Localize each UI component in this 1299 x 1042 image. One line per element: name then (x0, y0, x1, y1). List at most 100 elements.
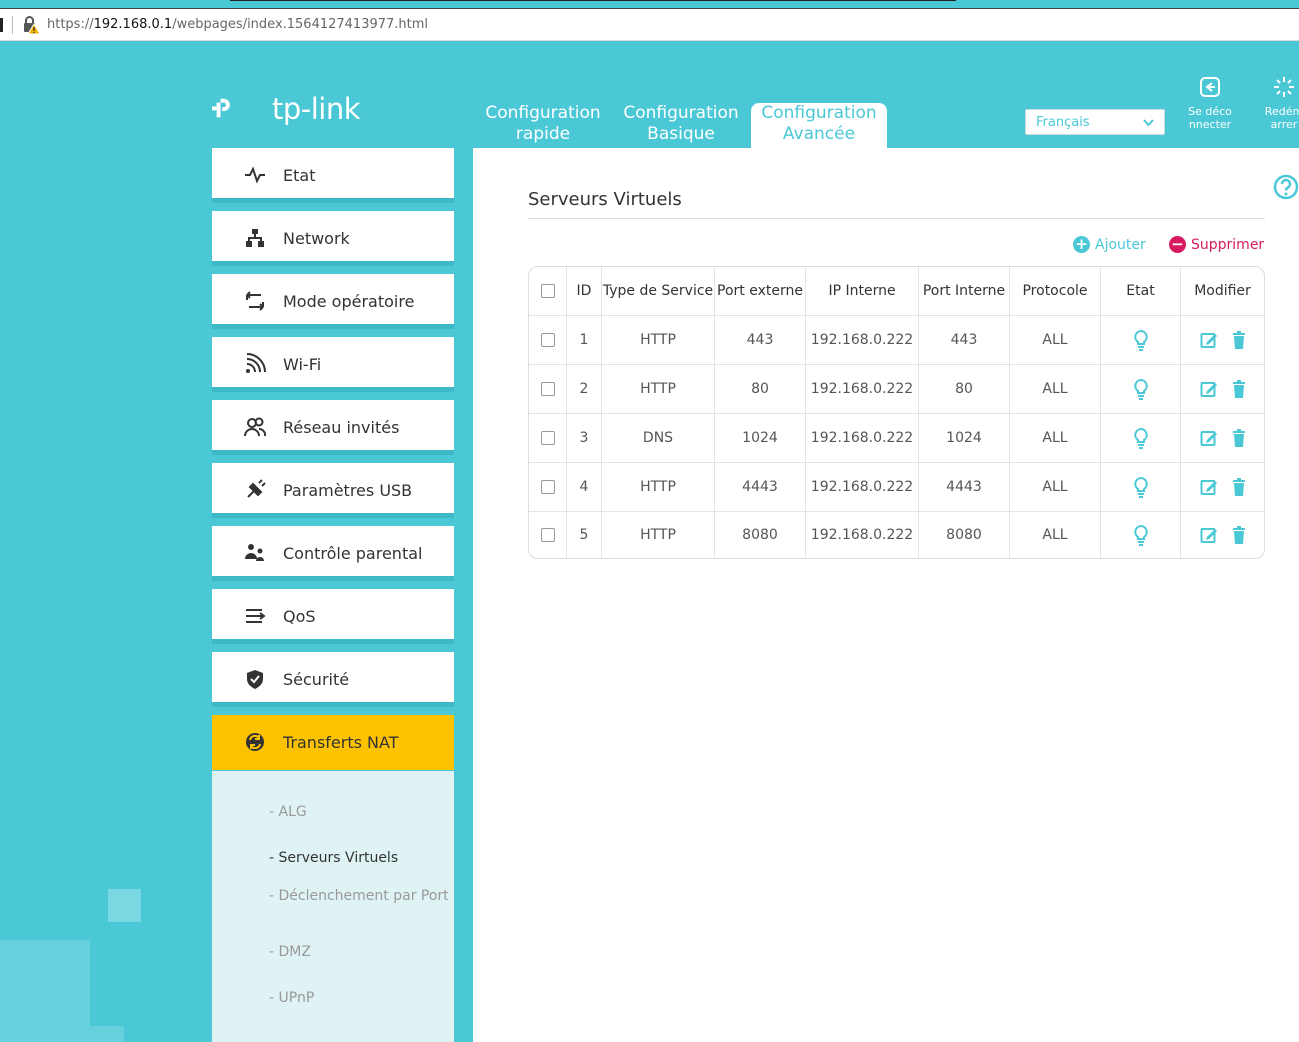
submenu-item-declenchement-port[interactable]: - Déclenchement par Port (269, 888, 453, 905)
row-checkbox[interactable] (540, 430, 555, 445)
url-host: 192.168.0.1 (93, 17, 173, 32)
cell-protocol: ALL (1010, 462, 1101, 511)
lightbulb-icon[interactable] (1133, 378, 1149, 400)
trash-icon[interactable] (1232, 525, 1246, 544)
url-text[interactable]: https://192.168.0.1/webpages/index.15641… (47, 17, 428, 32)
url-path: /webpages/index.1564127413977.html (172, 17, 429, 32)
sidebar-item-mode-operatoire[interactable]: Mode opératoire (212, 274, 454, 329)
trash-icon[interactable] (1232, 330, 1246, 349)
language-select[interactable]: Français (1025, 109, 1165, 135)
cell-id: 3 (567, 413, 602, 462)
lightbulb-icon[interactable] (1133, 427, 1149, 449)
row-select-cell (529, 315, 567, 364)
edit-icon[interactable] (1200, 478, 1218, 496)
select-all-checkbox[interactable] (540, 284, 555, 298)
table-row: 4 HTTP 4443 192.168.0.222 4443 ALL (529, 462, 1264, 512)
submenu-label: Déclenchement par Port (278, 888, 449, 904)
sidebar-item-etat[interactable]: Etat (212, 148, 454, 203)
page-title: Serveurs Virtuels (528, 189, 682, 210)
submenu-item-alg[interactable]: - ALG (269, 804, 307, 821)
parental-icon (245, 544, 264, 561)
cell-id: 4 (567, 462, 602, 511)
nat-icon (246, 733, 264, 751)
edit-icon[interactable] (1200, 331, 1218, 349)
cell-modify (1181, 462, 1264, 511)
submenu-item-upnp[interactable]: - UPnP (269, 990, 314, 1007)
cell-internal-port: 8080 (919, 511, 1010, 558)
tab-label-line2: Avancée (782, 124, 856, 144)
tab-configuration-basique[interactable]: Configuration Basique (615, 103, 747, 148)
sidebar-item-controle-parental[interactable]: Contrôle parental (212, 526, 454, 581)
sidebar-item-label: Etat (283, 166, 316, 185)
cell-internal-ip: 192.168.0.222 (806, 511, 919, 558)
tab-label-line1: Configuration (761, 103, 877, 123)
row-checkbox[interactable] (540, 479, 555, 494)
trash-icon[interactable] (1232, 428, 1246, 447)
lightbulb-icon[interactable] (1133, 476, 1149, 498)
decor-square (0, 940, 90, 1042)
sidebar-item-securite[interactable]: Sécurité (212, 652, 454, 707)
submenu-item-dmz[interactable]: - DMZ (269, 944, 311, 961)
tab-configuration-rapide[interactable]: Configuration rapide (477, 103, 609, 148)
browser-address-bar[interactable]: https://192.168.0.1/webpages/index.15641… (0, 8, 1299, 41)
table-row: 3 DNS 1024 192.168.0.222 1024 ALL (529, 413, 1264, 463)
edit-icon[interactable] (1200, 380, 1218, 398)
sidebar-item-network[interactable]: Network (212, 211, 454, 266)
logout-button[interactable]: Se déco nnecter (1180, 76, 1240, 131)
cell-status (1101, 462, 1181, 511)
sidebar-item-qos[interactable]: QoS (212, 589, 454, 644)
plus-circle-icon: + (1073, 236, 1090, 253)
column-header: Port externe (715, 267, 806, 315)
cell-internal-ip: 192.168.0.222 (806, 364, 919, 413)
sidebar-item-wifi[interactable]: Wi-Fi (212, 337, 454, 392)
lightbulb-icon[interactable] (1133, 329, 1149, 351)
edit-icon[interactable] (1200, 526, 1218, 544)
cell-external-port: 443 (715, 315, 806, 364)
row-checkbox[interactable] (540, 381, 555, 396)
delete-label: Supprimer (1191, 236, 1265, 253)
sidebar-item-label: Contrôle parental (283, 544, 423, 563)
submenu-item-serveurs-virtuels[interactable]: - Serveurs Virtuels (269, 850, 398, 867)
window-edge (0, 18, 3, 32)
cell-external-port: 4443 (715, 462, 806, 511)
cell-service-type: HTTP (602, 364, 715, 413)
column-header: ID (567, 267, 602, 315)
row-checkbox[interactable] (540, 332, 555, 347)
cell-internal-port: 4443 (919, 462, 1010, 511)
lightbulb-icon[interactable] (1133, 524, 1149, 546)
table-row: 5 HTTP 8080 192.168.0.222 8080 ALL (529, 511, 1264, 558)
mode-switch-icon (246, 291, 264, 311)
sidebar-item-parametres-usb[interactable]: Paramètres USB (212, 463, 454, 518)
sidebar-item-label: Transferts NAT (283, 733, 399, 752)
tab-configuration-avancee[interactable]: Configuration Avancée (751, 103, 887, 148)
add-button[interactable]: + Ajouter (1073, 236, 1146, 253)
reboot-button[interactable]: Redém arrer (1254, 76, 1299, 131)
decor-square (108, 889, 141, 922)
submenu-label: DMZ (278, 944, 311, 960)
help-icon[interactable] (1273, 174, 1299, 200)
cell-internal-port: 443 (919, 315, 1010, 364)
reboot-icon (1274, 77, 1294, 97)
sidebar-item-label: Paramètres USB (283, 481, 413, 500)
cell-modify (1181, 511, 1264, 558)
cell-id: 5 (567, 511, 602, 558)
sidebar-item-label: Wi-Fi (283, 355, 322, 374)
edit-icon[interactable] (1200, 429, 1218, 447)
url-prefix: https:// (47, 17, 94, 32)
sidebar-item-transferts-nat[interactable]: Transferts NAT (212, 715, 454, 770)
wifi-icon (246, 353, 266, 373)
address-separator (12, 16, 13, 34)
tp-link-logo-icon[interactable] (212, 80, 274, 136)
lock-warning-icon[interactable] (21, 15, 41, 35)
column-header: Modifier (1194, 283, 1251, 299)
sidebar-item-reseau-invites[interactable]: Réseau invités (212, 400, 454, 455)
logo-text: tp-link (272, 92, 361, 126)
row-checkbox[interactable] (540, 527, 555, 542)
table-row: 2 HTTP 80 192.168.0.222 80 ALL (529, 364, 1264, 414)
cell-modify (1181, 413, 1264, 462)
sidebar-item-label: Sécurité (283, 670, 350, 689)
cell-external-port: 1024 (715, 413, 806, 462)
trash-icon[interactable] (1232, 477, 1246, 496)
trash-icon[interactable] (1232, 379, 1246, 398)
delete-button[interactable]: − Supprimer (1169, 236, 1264, 253)
